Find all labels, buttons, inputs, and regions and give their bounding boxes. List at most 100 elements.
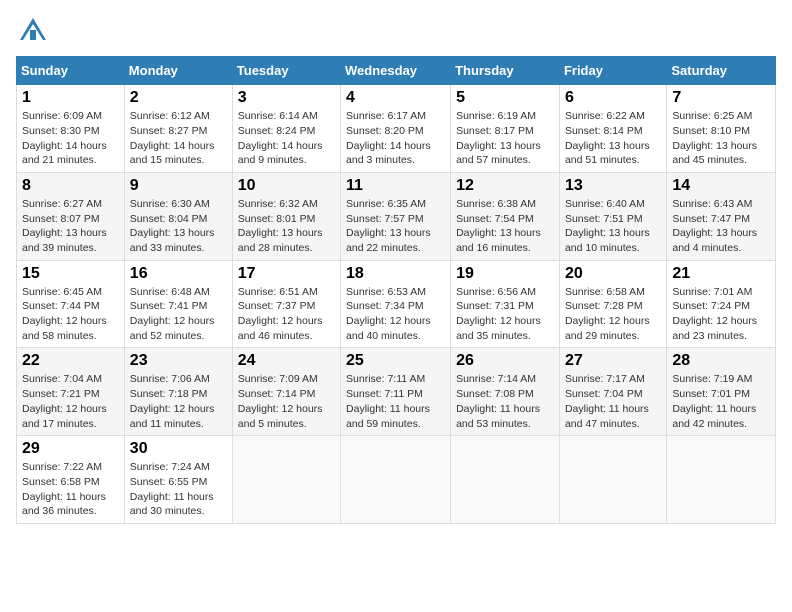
table-header-row: SundayMondayTuesdayWednesdayThursdayFrid…: [17, 57, 776, 85]
day-cell: 21 Sunrise: 7:01 AMSunset: 7:24 PMDayligh…: [667, 260, 776, 348]
col-header-monday: Monday: [124, 57, 232, 85]
day-detail: Sunrise: 7:04 AMSunset: 7:21 PMDaylight:…: [22, 372, 119, 431]
day-cell: 6 Sunrise: 6:22 AMSunset: 8:14 PMDaylight…: [559, 85, 666, 173]
day-detail: Sunrise: 7:17 AMSunset: 7:04 PMDaylight:…: [565, 372, 661, 431]
col-header-wednesday: Wednesday: [341, 57, 451, 85]
day-number: 29: [22, 440, 119, 458]
day-cell: [451, 436, 560, 524]
day-cell: 28 Sunrise: 7:19 AMSunset: 7:01 PMDayligh…: [667, 348, 776, 436]
day-detail: Sunrise: 7:06 AMSunset: 7:18 PMDaylight:…: [130, 372, 227, 431]
day-cell: 18 Sunrise: 6:53 AMSunset: 7:34 PMDayligh…: [341, 260, 451, 348]
day-cell: 30 Sunrise: 7:24 AMSunset: 6:55 PMDayligh…: [124, 436, 232, 524]
day-number: 25: [346, 352, 445, 370]
day-number: 27: [565, 352, 661, 370]
day-number: 9: [130, 177, 227, 195]
day-detail: Sunrise: 7:19 AMSunset: 7:01 PMDaylight:…: [672, 372, 770, 431]
day-cell: 27 Sunrise: 7:17 AMSunset: 7:04 PMDayligh…: [559, 348, 666, 436]
day-detail: Sunrise: 7:22 AMSunset: 6:58 PMDaylight:…: [22, 460, 119, 519]
week-row-3: 15 Sunrise: 6:45 AMSunset: 7:44 PMDayligh…: [17, 260, 776, 348]
day-cell: 23Sunrise: 7:06 AMSunset: 7:18 PMDayligh…: [124, 348, 232, 436]
day-detail: Sunrise: 6:19 AMSunset: 8:17 PMDaylight:…: [456, 109, 554, 168]
day-cell: 20 Sunrise: 6:58 AMSunset: 7:28 PMDayligh…: [559, 260, 666, 348]
day-number: 8: [22, 177, 119, 195]
day-detail: Sunrise: 7:24 AMSunset: 6:55 PMDaylight:…: [130, 460, 227, 519]
day-number: 24: [238, 352, 335, 370]
day-cell: 16Sunrise: 6:48 AMSunset: 7:41 PMDayligh…: [124, 260, 232, 348]
day-cell: 9 Sunrise: 6:30 AMSunset: 8:04 PMDaylight…: [124, 172, 232, 260]
day-number: 19: [456, 265, 554, 283]
day-cell: [341, 436, 451, 524]
day-cell: [667, 436, 776, 524]
day-number: 5: [456, 89, 554, 107]
week-row-1: 1Sunrise: 6:09 AMSunset: 8:30 PMDaylight…: [17, 85, 776, 173]
day-number: 10: [238, 177, 335, 195]
week-row-4: 22 Sunrise: 7:04 AMSunset: 7:21 PMDayligh…: [17, 348, 776, 436]
logo-icon: [18, 16, 48, 44]
logo-text: [16, 16, 48, 44]
day-detail: Sunrise: 6:22 AMSunset: 8:14 PMDaylight:…: [565, 109, 661, 168]
day-number: 4: [346, 89, 445, 107]
day-number: 15: [22, 265, 119, 283]
day-cell: 25 Sunrise: 7:11 AMSunset: 7:11 PMDayligh…: [341, 348, 451, 436]
day-number: 12: [456, 177, 554, 195]
day-cell: 1Sunrise: 6:09 AMSunset: 8:30 PMDaylight…: [17, 85, 125, 173]
day-number: 22: [22, 352, 119, 370]
week-row-2: 8 Sunrise: 6:27 AMSunset: 8:07 PMDaylight…: [17, 172, 776, 260]
day-number: 21: [672, 265, 770, 283]
day-number: 11: [346, 177, 445, 195]
day-cell: 13 Sunrise: 6:40 AMSunset: 7:51 PMDayligh…: [559, 172, 666, 260]
day-number: 18: [346, 265, 445, 283]
day-number: 1: [22, 89, 119, 107]
day-cell: 8 Sunrise: 6:27 AMSunset: 8:07 PMDaylight…: [17, 172, 125, 260]
day-cell: 19 Sunrise: 6:56 AMSunset: 7:31 PMDayligh…: [451, 260, 560, 348]
day-detail: Sunrise: 6:53 AMSunset: 7:34 PMDaylight:…: [346, 285, 445, 344]
calendar-table: SundayMondayTuesdayWednesdayThursdayFrid…: [16, 56, 776, 524]
day-detail: Sunrise: 6:43 AMSunset: 7:47 PMDaylight:…: [672, 197, 770, 256]
day-cell: 14 Sunrise: 6:43 AMSunset: 7:47 PMDayligh…: [667, 172, 776, 260]
day-cell: 3Sunrise: 6:14 AMSunset: 8:24 PMDaylight…: [232, 85, 340, 173]
page-header: [16, 16, 776, 44]
col-header-saturday: Saturday: [667, 57, 776, 85]
day-detail: Sunrise: 7:01 AMSunset: 7:24 PMDaylight:…: [672, 285, 770, 344]
day-detail: Sunrise: 6:38 AMSunset: 7:54 PMDaylight:…: [456, 197, 554, 256]
day-detail: Sunrise: 6:51 AMSunset: 7:37 PMDaylight:…: [238, 285, 335, 344]
day-number: 17: [238, 265, 335, 283]
day-number: 30: [130, 440, 227, 458]
day-number: 20: [565, 265, 661, 283]
day-cell: 29 Sunrise: 7:22 AMSunset: 6:58 PMDayligh…: [17, 436, 125, 524]
day-cell: 4 Sunrise: 6:17 AMSunset: 8:20 PMDaylight…: [341, 85, 451, 173]
day-number: 3: [238, 89, 335, 107]
day-detail: Sunrise: 6:58 AMSunset: 7:28 PMDaylight:…: [565, 285, 661, 344]
day-cell: 26Sunrise: 7:14 AMSunset: 7:08 PMDayligh…: [451, 348, 560, 436]
col-header-sunday: Sunday: [17, 57, 125, 85]
day-detail: Sunrise: 7:11 AMSunset: 7:11 PMDaylight:…: [346, 372, 445, 431]
day-cell: [559, 436, 666, 524]
day-detail: Sunrise: 6:56 AMSunset: 7:31 PMDaylight:…: [456, 285, 554, 344]
col-header-friday: Friday: [559, 57, 666, 85]
day-number: 7: [672, 89, 770, 107]
day-cell: 11 Sunrise: 6:35 AMSunset: 7:57 PMDayligh…: [341, 172, 451, 260]
day-detail: Sunrise: 6:45 AMSunset: 7:44 PMDaylight:…: [22, 285, 119, 344]
logo: [16, 16, 48, 44]
day-cell: 10Sunrise: 6:32 AMSunset: 8:01 PMDayligh…: [232, 172, 340, 260]
day-cell: 22 Sunrise: 7:04 AMSunset: 7:21 PMDayligh…: [17, 348, 125, 436]
day-detail: Sunrise: 6:17 AMSunset: 8:20 PMDaylight:…: [346, 109, 445, 168]
day-cell: [232, 436, 340, 524]
day-number: 14: [672, 177, 770, 195]
week-row-5: 29 Sunrise: 7:22 AMSunset: 6:58 PMDayligh…: [17, 436, 776, 524]
col-header-tuesday: Tuesday: [232, 57, 340, 85]
day-number: 28: [672, 352, 770, 370]
day-detail: Sunrise: 6:25 AMSunset: 8:10 PMDaylight:…: [672, 109, 770, 168]
day-cell: 15 Sunrise: 6:45 AMSunset: 7:44 PMDayligh…: [17, 260, 125, 348]
day-detail: Sunrise: 6:40 AMSunset: 7:51 PMDaylight:…: [565, 197, 661, 256]
day-cell: 5 Sunrise: 6:19 AMSunset: 8:17 PMDaylight…: [451, 85, 560, 173]
day-cell: 2Sunrise: 6:12 AMSunset: 8:27 PMDaylight…: [124, 85, 232, 173]
day-detail: Sunrise: 6:27 AMSunset: 8:07 PMDaylight:…: [22, 197, 119, 256]
col-header-thursday: Thursday: [451, 57, 560, 85]
day-number: 13: [565, 177, 661, 195]
day-detail: Sunrise: 6:12 AMSunset: 8:27 PMDaylight:…: [130, 109, 227, 168]
day-detail: Sunrise: 6:30 AMSunset: 8:04 PMDaylight:…: [130, 197, 227, 256]
day-cell: 17 Sunrise: 6:51 AMSunset: 7:37 PMDayligh…: [232, 260, 340, 348]
day-number: 6: [565, 89, 661, 107]
day-detail: Sunrise: 6:35 AMSunset: 7:57 PMDaylight:…: [346, 197, 445, 256]
